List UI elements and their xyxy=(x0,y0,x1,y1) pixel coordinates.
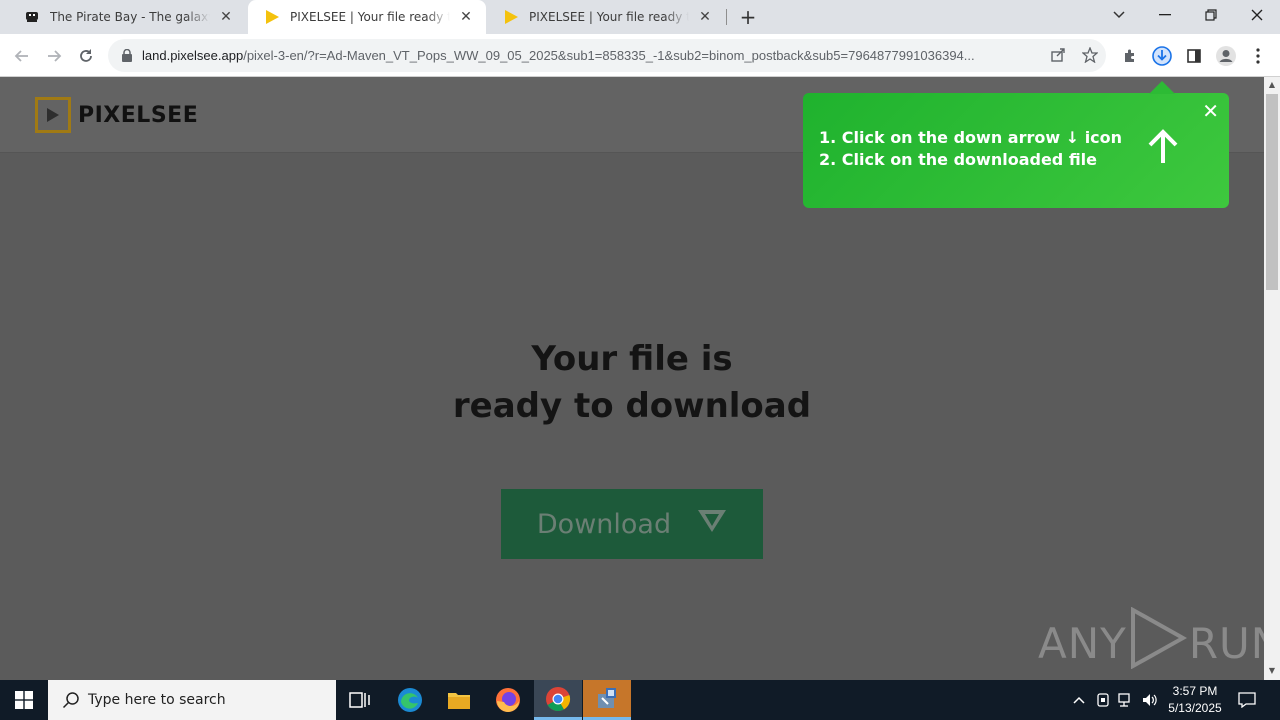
download-button-label: Download xyxy=(536,508,672,540)
network-battery-icon[interactable] xyxy=(1092,680,1114,720)
forward-arrow-icon[interactable] xyxy=(40,42,68,70)
back-arrow-icon[interactable] xyxy=(8,42,36,70)
reload-icon[interactable] xyxy=(72,42,100,70)
download-icon[interactable] xyxy=(1150,44,1174,68)
search-icon xyxy=(61,690,81,710)
page-scrollbar[interactable]: ▲ ▼ xyxy=(1264,77,1280,680)
tab-search-chevron-icon[interactable] xyxy=(1096,0,1142,30)
system-clock[interactable]: 3:57 PM 5/13/2025 xyxy=(1162,683,1228,717)
url-host: land.pixelsee.app xyxy=(142,48,244,63)
tab-title: PIXELSEE | Your file ready to download xyxy=(290,10,450,24)
search-placeholder: Type here to search xyxy=(88,692,226,708)
tab-close-icon[interactable]: ✕ xyxy=(697,9,713,25)
instruction-line-1: 1. Click on the down arrow ↓ icon xyxy=(819,128,1123,147)
clock-date: 5/13/2025 xyxy=(1168,701,1222,715)
browser-tab-strip: The Pirate Bay - The galaxy's most resil… xyxy=(0,0,1280,34)
tab-close-icon[interactable]: ✕ xyxy=(218,9,234,25)
close-icon[interactable]: ✕ xyxy=(1202,99,1219,123)
windows-start-icon[interactable] xyxy=(0,680,48,720)
extensions-puzzle-icon[interactable] xyxy=(1118,44,1142,68)
watermark-left: ANY xyxy=(1038,618,1127,668)
close-window-icon[interactable] xyxy=(1234,0,1280,30)
watermark-right: RUN xyxy=(1188,618,1264,668)
windows-taskbar: Type here to search 3:57 PM 5/13/2025 xyxy=(0,680,1280,720)
tab-title: The Pirate Bay - The galaxy's most resil… xyxy=(50,10,210,24)
instruction-line-2: 2. Click on the downloaded file xyxy=(819,150,1098,169)
play-logo-icon xyxy=(35,97,71,133)
tab-title: PIXELSEE | Your file ready to download xyxy=(529,10,689,24)
pirate-ship-icon xyxy=(24,9,40,25)
scrollbar-thumb[interactable] xyxy=(1266,94,1278,290)
scroll-up-arrow-icon[interactable]: ▲ xyxy=(1267,80,1277,90)
installer-app-icon[interactable] xyxy=(583,680,631,720)
file-explorer-icon[interactable] xyxy=(435,680,483,720)
yellow-play-icon xyxy=(264,9,280,25)
logo-text: PIXELSEE xyxy=(78,102,199,128)
headline-line-1: Your file is xyxy=(531,339,733,379)
profile-avatar-icon[interactable] xyxy=(1214,44,1238,68)
show-hidden-icons-chevron-icon[interactable] xyxy=(1068,680,1090,720)
download-instructions-popup: ✕ 1. Click on the down arrow ↓ icon 2. C… xyxy=(803,81,1229,208)
tab-close-icon[interactable]: ✕ xyxy=(458,9,474,25)
url-text: land.pixelsee.app/pixel-3-en/?r=Ad-Maven… xyxy=(142,48,1032,63)
instruction-text: 1. Click on the down arrow ↓ icon 2. Cli… xyxy=(819,127,1122,171)
minimize-icon[interactable] xyxy=(1142,0,1188,30)
yellow-play-icon xyxy=(503,9,519,25)
edge-browser-icon[interactable] xyxy=(386,680,434,720)
chrome-icon[interactable] xyxy=(534,680,582,720)
taskbar-search-box[interactable]: Type here to search xyxy=(48,680,336,720)
network-icon[interactable] xyxy=(1115,680,1137,720)
firefox-icon[interactable] xyxy=(484,680,532,720)
share-icon[interactable] xyxy=(1048,45,1068,65)
browser-toolbar: land.pixelsee.app/pixel-3-en/?r=Ad-Maven… xyxy=(0,34,1280,77)
volume-icon[interactable] xyxy=(1139,680,1161,720)
bookmark-star-icon[interactable] xyxy=(1080,45,1100,65)
clock-time: 3:57 PM xyxy=(1172,684,1218,698)
headline-line-2: ready to download xyxy=(452,386,812,426)
tab-pirate-bay[interactable]: The Pirate Bay - The galaxy's most resil… xyxy=(8,0,246,34)
tab-pixelsee-active[interactable]: PIXELSEE | Your file ready to download ✕ xyxy=(248,0,486,34)
task-view-icon[interactable] xyxy=(336,680,384,720)
kebab-menu-icon[interactable] xyxy=(1246,44,1270,68)
side-panel-icon[interactable] xyxy=(1182,44,1206,68)
scroll-down-arrow-icon[interactable]: ▼ xyxy=(1267,666,1277,676)
play-outline-icon xyxy=(1129,606,1187,679)
pixelsee-logo[interactable]: PIXELSEE xyxy=(35,97,198,133)
down-triangle-icon xyxy=(697,509,727,540)
up-arrow-icon xyxy=(1147,129,1179,169)
url-path: /pixel-3-en/?r=Ad-Maven_VT_Pops_WW_09_05… xyxy=(243,48,975,63)
new-tab-plus-icon[interactable]: + xyxy=(737,5,759,29)
tab-divider xyxy=(726,9,727,25)
lock-icon[interactable] xyxy=(120,49,134,63)
notification-center-icon[interactable] xyxy=(1234,680,1260,720)
tab-pixelsee[interactable]: PIXELSEE | Your file ready to download ✕ xyxy=(487,0,725,34)
download-button[interactable]: Download xyxy=(501,489,763,559)
address-bar[interactable]: land.pixelsee.app/pixel-3-en/?r=Ad-Maven… xyxy=(108,39,1106,72)
restore-icon[interactable] xyxy=(1188,0,1234,30)
page-headline: Your file is ready to download xyxy=(0,336,1264,430)
anyrun-watermark: ANY RUN xyxy=(1038,606,1264,679)
